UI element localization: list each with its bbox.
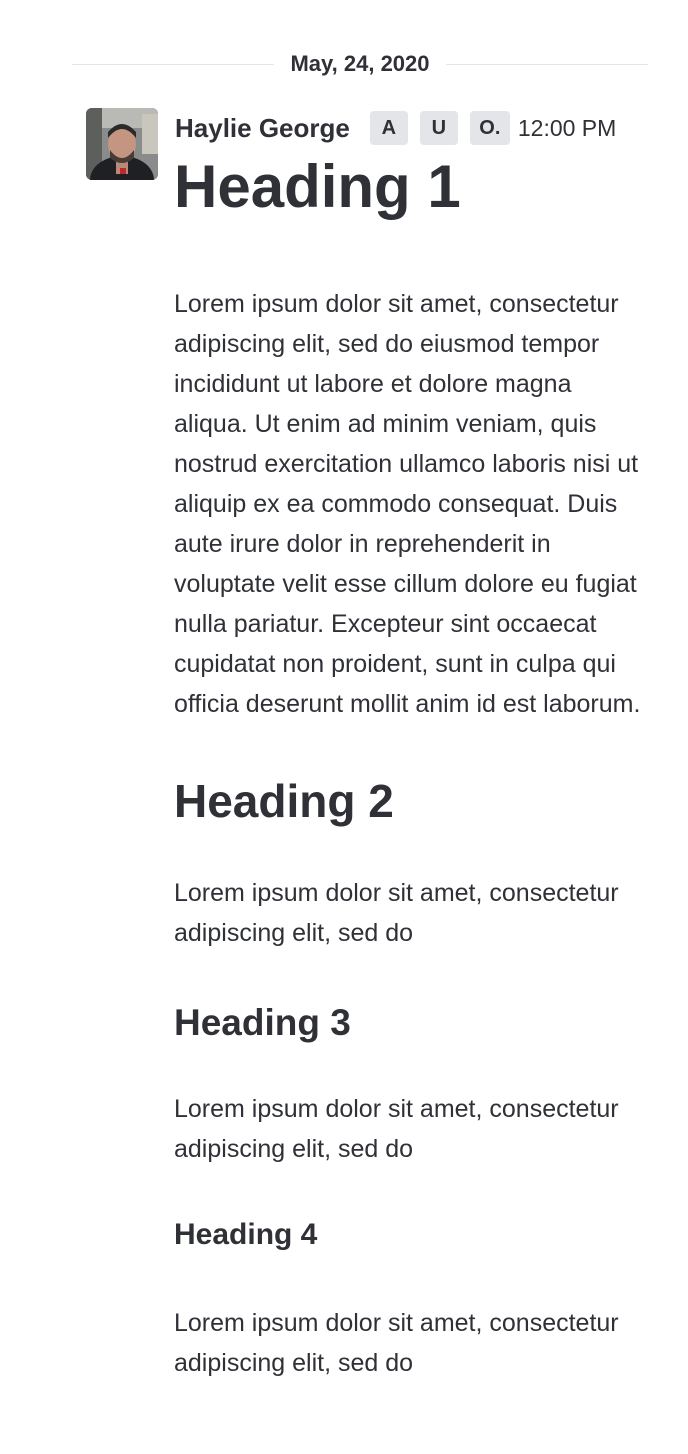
message-timestamp[interactable]: 12:00 PM: [518, 115, 616, 142]
heading-1: Heading 1: [174, 153, 461, 220]
date-separator-label: May, 24, 2020: [290, 51, 430, 76]
role-badge-a[interactable]: A: [369, 111, 408, 145]
date-separator: May, 24, 2020: [72, 44, 648, 84]
heading-4: Heading 4: [174, 1218, 318, 1251]
date-separator-line-left: [72, 63, 275, 65]
role-badges: A U O.: [369, 111, 520, 145]
heading-3: Heading 3: [174, 1002, 351, 1043]
date-separator-line-right: [445, 63, 648, 65]
heading-2: Heading 2: [174, 775, 394, 827]
paragraph-4: Lorem ipsum dolor sit amet, consectetur …: [174, 1309, 619, 1377]
paragraph-2: Lorem ipsum dolor sit amet, consectetur …: [174, 879, 619, 947]
paragraph-3: Lorem ipsum dolor sit amet, consectetur …: [174, 1095, 619, 1163]
avatar-photo-icon: [86, 108, 158, 180]
avatar[interactable]: [86, 108, 158, 180]
message-header: Haylie George A U O. 12:00 PM: [175, 108, 645, 148]
role-badge-u[interactable]: U: [419, 111, 458, 145]
paragraph-1: Lorem ipsum dolor sit amet, consectetur …: [174, 290, 641, 718]
message-body: Heading 1 Lorem ipsum dolor sit amet, co…: [174, 152, 644, 1383]
username[interactable]: Haylie George: [175, 113, 350, 144]
role-badge-o[interactable]: O.: [469, 111, 510, 145]
